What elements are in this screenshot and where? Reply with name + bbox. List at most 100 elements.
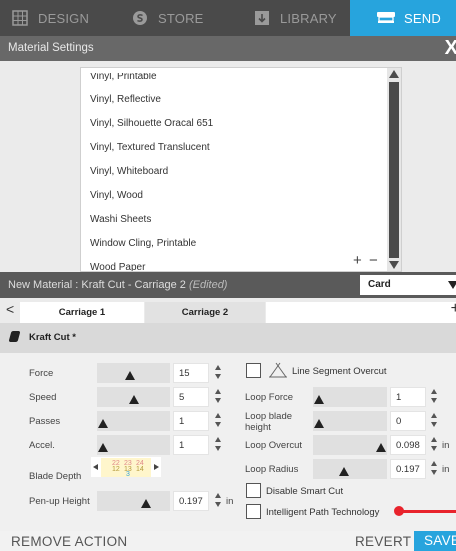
remove-action-button[interactable]: REMOVE ACTION [11,534,127,549]
stepper-down-icon[interactable] [431,422,437,427]
speed-slider[interactable] [97,387,170,407]
tab-library-label: LIBRARY [280,10,337,26]
arrow-right-icon[interactable] [154,464,159,470]
arrow-left-icon[interactable] [93,464,98,470]
stepper-up-icon[interactable] [215,413,221,418]
loop-radius-slider[interactable] [313,459,387,479]
slider-thumb[interactable] [376,443,386,452]
loop-force-stepper[interactable] [431,388,439,406]
stepper-up-icon[interactable] [431,413,437,418]
slider-thumb[interactable] [338,467,349,476]
loop-force-slider[interactable] [313,387,387,407]
tab-store[interactable]: STORE [120,0,240,36]
accel-stepper[interactable] [215,436,223,454]
loop-force-input[interactable]: 1 [390,387,426,407]
tab-library[interactable]: LIBRARY [240,0,350,36]
passes-slider[interactable] [97,411,170,431]
list-item[interactable]: Vinyl, Textured Translucent [90,142,210,153]
revert-button[interactable]: REVERT [355,534,411,549]
stepper-down-icon[interactable] [215,502,221,507]
close-icon[interactable]: X [445,37,456,59]
slider-thumb[interactable] [98,443,108,452]
intelligent-path-label: Intelligent Path Technology [266,507,380,518]
slider-thumb[interactable] [128,395,139,404]
penup-height-slider[interactable] [97,491,170,511]
stepper-down-icon[interactable] [431,446,437,451]
stepper-down-icon[interactable] [431,398,437,403]
carriage-tabs: < Carriage 1 Carriage 2 + [0,298,456,323]
add-material-button[interactable]: + [353,253,362,268]
scroll-down-icon[interactable] [389,261,399,269]
list-item[interactable]: Washi Sheets [90,214,151,225]
force-input[interactable]: 15 [173,363,209,383]
tool-selector[interactable]: Kraft Cut * [8,331,76,343]
tab-carriage-1[interactable]: Carriage 1 [20,302,144,323]
line-segment-overcut-checkbox[interactable] [246,363,261,378]
stepper-down-icon[interactable] [215,398,221,403]
loop-radius-stepper[interactable] [431,460,439,478]
loop-radius-input[interactable]: 0.197 [390,459,426,479]
tab-design[interactable]: DESIGN [0,0,120,36]
intelligent-path-checkbox[interactable] [246,504,261,519]
loop-overcut-input[interactable]: 0.098 [390,435,426,455]
tab-empty [266,302,456,323]
loop-overcut-slider[interactable] [313,435,387,455]
list-item[interactable]: Wood Paper [90,262,145,271]
list-item[interactable]: Vinyl, Whiteboard [90,166,168,177]
stepper-up-icon[interactable] [431,389,437,394]
scroll-thumb[interactable] [389,82,399,258]
loop-blade-height-slider[interactable] [313,411,387,431]
stepper-down-icon[interactable] [215,446,221,451]
accel-input[interactable]: 1 [173,435,209,455]
loop-blade-height-input[interactable]: 0 [390,411,426,431]
force-stepper[interactable] [215,364,223,382]
loop-overcut-stepper[interactable] [431,436,439,454]
slider-thumb[interactable] [98,419,108,428]
force-slider[interactable] [97,363,170,383]
list-item[interactable]: Window Cling, Printable [90,238,196,249]
material-settings-title: Material Settings [8,42,94,54]
list-item[interactable]: Vinyl, Wood [90,190,143,201]
stepper-up-icon[interactable] [215,365,221,370]
stepper-down-icon[interactable] [215,374,221,379]
loop-blade-height-stepper[interactable] [431,412,439,430]
add-carriage-button[interactable]: + [451,300,456,318]
top-nav: DESIGN STORE LIBRARY SEND [0,0,456,36]
scroll-up-icon[interactable] [389,70,399,78]
prev-carriage-button[interactable]: < [6,301,14,317]
material-list: Vinyl, Printable Vinyl, Reflective Vinyl… [80,67,402,272]
stepper-down-icon[interactable] [215,422,221,427]
slider-thumb[interactable] [314,419,324,428]
stepper-up-icon[interactable] [215,493,221,498]
disable-smart-cut-checkbox[interactable] [246,483,261,498]
speed-stepper[interactable] [215,388,223,406]
stepper-up-icon[interactable] [215,437,221,442]
tab-carriage-2[interactable]: Carriage 2 [145,302,265,323]
action-bar: REMOVE ACTION REVERT SAVE [0,531,456,551]
list-item[interactable]: Vinyl, Reflective [90,94,161,105]
slider-thumb[interactable] [314,395,324,404]
material-type-select[interactable]: Card [360,275,456,295]
stepper-up-icon[interactable] [215,389,221,394]
list-item[interactable]: Vinyl, Silhouette Oracal 651 [90,118,213,129]
list-item[interactable]: Vinyl, Printable [90,73,157,82]
stepper-up-icon[interactable] [431,461,437,466]
stepper-up-icon[interactable] [431,437,437,442]
tab-send[interactable]: SEND [350,0,456,36]
blade-depth-selector[interactable]: 22 23 24 12 13 14 3 [91,457,161,478]
passes-input[interactable]: 1 [173,411,209,431]
penup-height-input[interactable]: 0.197 [173,491,209,511]
penup-height-stepper[interactable] [215,492,223,510]
passes-stepper[interactable] [215,412,223,430]
list-scrollbar[interactable] [387,68,401,271]
speed-input[interactable]: 5 [173,387,209,407]
slider-thumb[interactable] [140,499,151,508]
remove-material-button[interactable]: − [369,253,378,268]
depth-number: 14 [136,466,144,473]
accel-slider[interactable] [97,435,170,455]
stepper-down-icon[interactable] [431,470,437,475]
penup-unit: in [226,496,234,507]
slider-thumb[interactable] [125,371,136,380]
save-button[interactable]: SAVE [414,531,456,551]
grid-icon [10,9,30,27]
